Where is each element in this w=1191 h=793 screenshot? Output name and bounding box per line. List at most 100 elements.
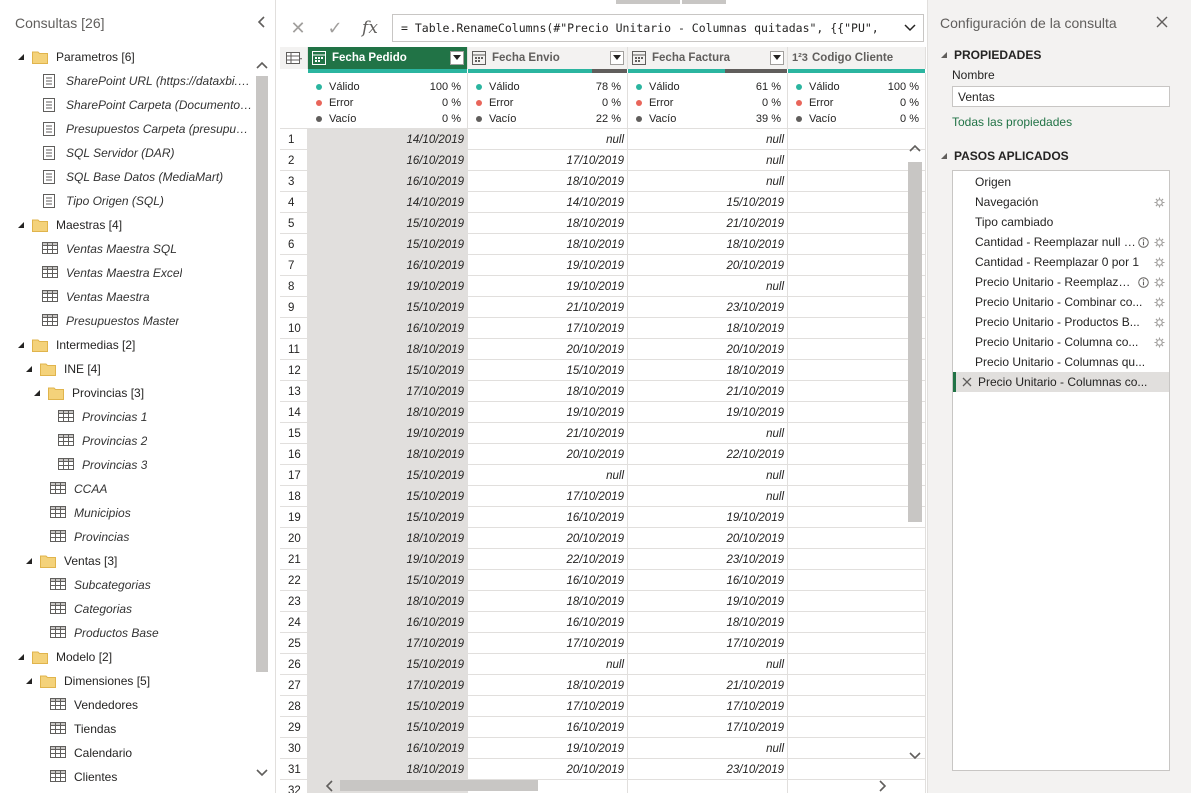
applied-step[interactable]: Precio Unitario - Reemplazar ...	[953, 272, 1169, 292]
query-item[interactable]: SQL Base Datos (MediaMart)	[42, 165, 254, 189]
table-cell[interactable]: 15/10/2019	[468, 360, 628, 381]
number-type-icon[interactable]: 1²3	[792, 51, 808, 65]
table-cell[interactable]: 20/10/2019	[628, 255, 788, 276]
table-row[interactable]: 5 15/10/2019 18/10/2019 21/10/2019	[280, 212, 926, 234]
table-cell[interactable]: 18/10/2019	[468, 213, 628, 234]
query-item[interactable]: SharePoint Carpeta (Documentos c...	[42, 93, 254, 117]
table-cell[interactable]: 17/10/2019	[468, 633, 628, 654]
query-item[interactable]: Subcategorias	[50, 573, 254, 597]
row-number[interactable]: 3	[280, 171, 308, 192]
applied-step[interactable]: Precio Unitario - Columna co...	[953, 332, 1169, 352]
table-row[interactable]: 23 18/10/2019 18/10/2019 19/10/2019	[280, 590, 926, 612]
table-cell[interactable]: null	[628, 465, 788, 486]
table-cell[interactable]: 18/10/2019	[628, 612, 788, 633]
table-cell[interactable]: 16/10/2019	[308, 612, 468, 633]
table-row[interactable]: 14 18/10/2019 19/10/2019 19/10/2019	[280, 401, 926, 423]
info-icon[interactable]	[1137, 236, 1149, 248]
table-row[interactable]: 15 19/10/2019 21/10/2019 null	[280, 422, 926, 444]
scroll-up-button[interactable]	[254, 58, 270, 72]
table-cell[interactable]: null	[628, 738, 788, 759]
column-header[interactable]: 1²3 Codigo Cliente	[788, 47, 926, 69]
date-type-icon[interactable]	[472, 51, 488, 65]
column-filter-button[interactable]	[770, 51, 784, 65]
table-cell[interactable]: 18/10/2019	[308, 528, 468, 549]
scrollbar-thumb[interactable]	[340, 780, 538, 791]
table-cell[interactable]: 19/10/2019	[628, 507, 788, 528]
table-row[interactable]: 6 15/10/2019 18/10/2019 18/10/2019	[280, 233, 926, 255]
table-row[interactable]: 21 19/10/2019 22/10/2019 23/10/2019	[280, 548, 926, 570]
table-row[interactable]: 25 17/10/2019 17/10/2019 17/10/2019	[280, 632, 926, 654]
table-cell[interactable]: 17/10/2019	[468, 696, 628, 717]
row-number[interactable]: 23	[280, 591, 308, 612]
table-row[interactable]: 4 14/10/2019 14/10/2019 15/10/2019	[280, 191, 926, 213]
scrollbar-thumb[interactable]	[256, 76, 268, 672]
delete-step-button[interactable]	[953, 352, 975, 372]
query-item[interactable]: Ventas Maestra	[42, 285, 254, 309]
column-filter-button[interactable]	[450, 51, 464, 65]
table-row[interactable]: 1 14/10/2019 null null	[280, 128, 926, 150]
table-cell[interactable]: 23/10/2019	[628, 297, 788, 318]
table-cell[interactable]: 16/10/2019	[308, 171, 468, 192]
table-cell[interactable]: 20/10/2019	[628, 339, 788, 360]
table-cell[interactable]: 15/10/2019	[308, 297, 468, 318]
row-number[interactable]: 17	[280, 465, 308, 486]
applied-step[interactable]: Cantidad - Reemplazar 0 por 1	[953, 252, 1169, 272]
close-pane-button[interactable]	[1154, 14, 1170, 30]
applied-step[interactable]: Precio Unitario - Combinar co...	[953, 292, 1169, 312]
scrollbar-thumb[interactable]	[908, 162, 922, 522]
applied-steps-section-header[interactable]: PASOS APLICADOS	[940, 149, 1069, 163]
table-cell[interactable]: 19/10/2019	[308, 276, 468, 297]
query-item[interactable]: Clientes	[50, 765, 254, 789]
row-number[interactable]: 20	[280, 528, 308, 549]
table-cell[interactable]: 18/10/2019	[308, 402, 468, 423]
expand-toggle[interactable]	[16, 220, 26, 230]
table-cell[interactable]: 15/10/2019	[308, 717, 468, 738]
scroll-up-button[interactable]	[906, 140, 924, 156]
table-cell[interactable]: 23/10/2019	[628, 549, 788, 570]
table-cell[interactable]: 21/10/2019	[628, 381, 788, 402]
table-cell[interactable]: 21/10/2019	[628, 213, 788, 234]
table-cell[interactable]: 14/10/2019	[308, 192, 468, 213]
table-row[interactable]: 18 15/10/2019 17/10/2019 null	[280, 485, 926, 507]
table-cell[interactable]: 14/10/2019	[468, 192, 628, 213]
table-cell[interactable]: 18/10/2019	[308, 339, 468, 360]
row-number[interactable]: 1	[280, 129, 308, 150]
row-number[interactable]: 29	[280, 717, 308, 738]
expand-toggle[interactable]	[24, 676, 34, 686]
scroll-left-button[interactable]	[322, 778, 336, 793]
properties-section-header[interactable]: PROPIEDADES	[940, 48, 1041, 62]
table-cell[interactable]: 20/10/2019	[468, 444, 628, 465]
row-number[interactable]: 8	[280, 276, 308, 297]
row-number[interactable]: 10	[280, 318, 308, 339]
table-cell[interactable]: null	[628, 276, 788, 297]
table-row[interactable]: 12 15/10/2019 15/10/2019 18/10/2019	[280, 359, 926, 381]
table-cell[interactable]: 18/10/2019	[468, 171, 628, 192]
table-cell[interactable]: 16/10/2019	[468, 570, 628, 591]
table-cell[interactable]: null	[468, 654, 628, 675]
row-number[interactable]: 16	[280, 444, 308, 465]
table-row[interactable]: 31 18/10/2019 20/10/2019 23/10/2019	[280, 758, 926, 780]
query-item[interactable]: Presupuestos Master	[42, 309, 254, 333]
table-cell[interactable]: 20/10/2019	[628, 528, 788, 549]
applied-step[interactable]: Precio Unitario - Productos B...	[953, 312, 1169, 332]
table-cell[interactable]: 17/10/2019	[468, 318, 628, 339]
table-row[interactable]: 27 17/10/2019 18/10/2019 21/10/2019	[280, 674, 926, 696]
table-cell[interactable]: 17/10/2019	[308, 633, 468, 654]
table-cell[interactable]: 17/10/2019	[628, 696, 788, 717]
row-number[interactable]: 26	[280, 654, 308, 675]
queries-scrollbar[interactable]	[254, 58, 270, 782]
applied-step[interactable]: Navegación	[953, 192, 1169, 212]
row-number[interactable]: 14	[280, 402, 308, 423]
table-cell[interactable]: 21/10/2019	[468, 423, 628, 444]
column-filter-button[interactable]	[610, 51, 624, 65]
table-menu-button[interactable]	[280, 47, 308, 69]
query-folder[interactable]: INE [4]	[24, 357, 254, 381]
collapse-pane-button[interactable]	[254, 14, 270, 30]
applied-step[interactable]: Precio Unitario - Columnas co...	[953, 372, 1169, 392]
query-folder[interactable]: Provincias [3]	[32, 381, 254, 405]
delete-step-button[interactable]	[953, 172, 975, 192]
table-cell[interactable]: null	[468, 129, 628, 150]
table-cell[interactable]: 18/10/2019	[468, 675, 628, 696]
table-cell[interactable]: 16/10/2019	[628, 570, 788, 591]
row-number[interactable]: 2	[280, 150, 308, 171]
